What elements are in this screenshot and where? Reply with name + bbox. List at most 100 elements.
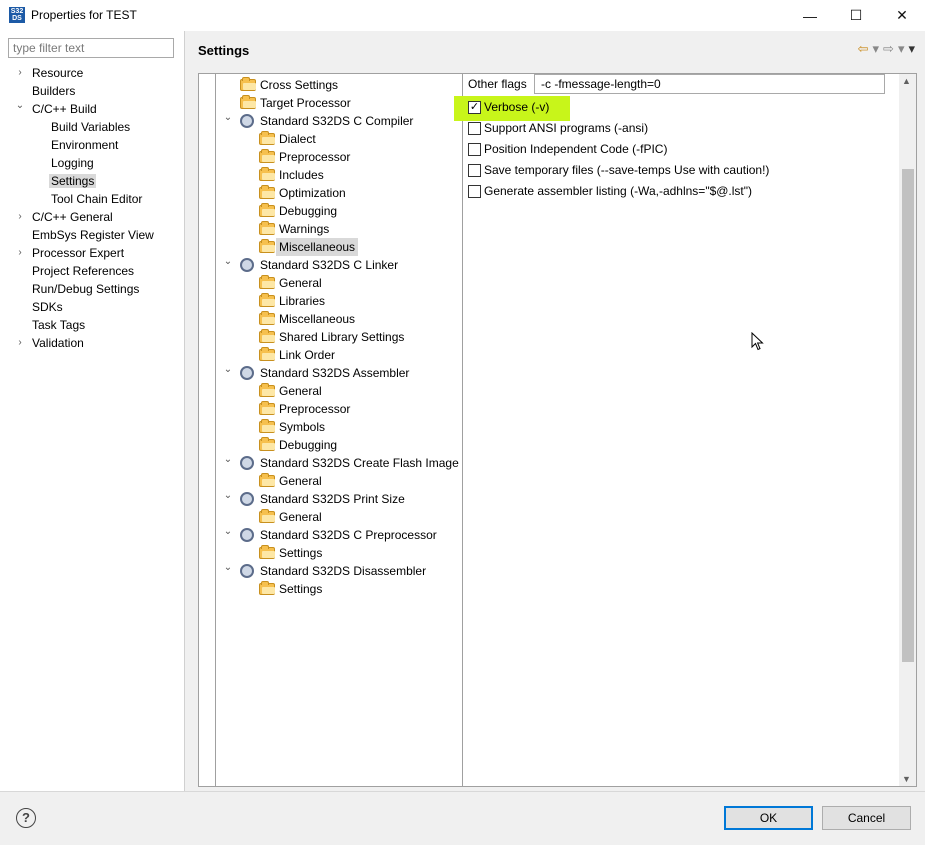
view-menu-icon[interactable]: ▾: [908, 41, 915, 57]
tree-item-label: Project References: [32, 264, 135, 278]
ansi-checkbox[interactable]: [468, 122, 481, 135]
tool-tree-label: Preprocessor: [279, 150, 351, 164]
tool-tree-item[interactable]: Dialect: [216, 130, 462, 148]
tool-tree-item[interactable]: Debugging: [216, 436, 462, 454]
maximize-button[interactable]: ☐: [833, 0, 879, 31]
close-button[interactable]: ✕: [879, 0, 925, 31]
folder-gear-icon: [259, 581, 275, 595]
tool-tree-label: Libraries: [279, 294, 326, 308]
tree-item-settings[interactable]: Settings: [49, 172, 97, 190]
folder-gear-icon: [259, 293, 275, 307]
tool-tree-item[interactable]: Settings: [216, 544, 462, 562]
tool-tree-label: Standard S32DS Create Flash Image: [260, 456, 459, 470]
tree-item-build-variables[interactable]: Build Variables: [51, 118, 130, 136]
tree-item-logging[interactable]: Logging: [51, 154, 94, 172]
forward-dropdown-icon[interactable]: ▾: [898, 41, 905, 57]
tool-tree-item[interactable]: Miscellaneous: [216, 238, 462, 256]
tool-tree-label: Debugging: [279, 204, 338, 218]
filter-input[interactable]: type filter text: [8, 38, 174, 58]
tree-item-run-debug-settings[interactable]: Run/Debug Settings: [32, 280, 139, 298]
chevron-right-icon[interactable]: ›: [14, 208, 26, 226]
tree-item-task-tags[interactable]: Task Tags: [32, 316, 85, 334]
scroll-up-icon[interactable]: ▲: [902, 76, 911, 86]
minimize-button[interactable]: —: [787, 0, 833, 31]
chevron-right-icon[interactable]: ›: [14, 334, 26, 352]
chevron-down-icon[interactable]: ⌄: [222, 523, 234, 541]
chevron-right-icon[interactable]: ›: [14, 64, 26, 82]
tool-tree-item[interactable]: ⌄ Standard S32DS Disassembler: [216, 562, 462, 580]
save-temps-checkbox[interactable]: [468, 164, 481, 177]
vertical-scrollbar[interactable]: ▲ ▼: [899, 74, 916, 786]
fpic-checkbox[interactable]: [468, 143, 481, 156]
tree-item-embsys-register-view[interactable]: EmbSys Register View: [32, 226, 154, 244]
tool-tree-item[interactable]: General: [216, 274, 462, 292]
tool-tree-item[interactable]: Preprocessor: [216, 148, 462, 166]
chevron-right-icon[interactable]: ›: [14, 244, 26, 262]
tool-tree-item[interactable]: Includes: [216, 166, 462, 184]
tool-tree-item[interactable]: ⌄ Standard S32DS Assembler: [216, 364, 462, 382]
tool-tree-item[interactable]: ⌄ Standard S32DS Create Flash Image: [216, 454, 462, 472]
tool-tree-item[interactable]: ⌄ Standard S32DS Print Size: [216, 490, 462, 508]
cancel-button[interactable]: Cancel: [822, 806, 911, 830]
tool-tree-label: Standard S32DS Assembler: [260, 366, 410, 380]
chevron-down-icon[interactable]: ⌄: [222, 559, 234, 577]
folder-gear-icon: [259, 167, 275, 181]
chevron-down-icon[interactable]: ⌄: [222, 487, 234, 505]
window-title: Properties for TEST: [31, 8, 137, 22]
other-flags-field[interactable]: -c -fmessage-length=0: [534, 74, 885, 94]
chevron-down-icon[interactable]: ⌄: [222, 109, 234, 127]
ok-button[interactable]: OK: [724, 806, 813, 830]
tool-tree-item[interactable]: Link Order: [216, 346, 462, 364]
chevron-down-icon[interactable]: ⌄: [14, 97, 26, 115]
scrollbar-thumb[interactable]: [902, 169, 914, 662]
folder-gear-icon: [259, 401, 275, 415]
asm-listing-checkbox[interactable]: [468, 185, 481, 198]
tool-tree-item[interactable]: Preprocessor: [216, 400, 462, 418]
tree-item-label: Environment: [51, 138, 119, 152]
help-icon[interactable]: ?: [16, 808, 36, 828]
tool-tree-item[interactable]: Symbols: [216, 418, 462, 436]
tool-tree-label: Miscellaneous: [279, 312, 356, 326]
tree-item-sdks[interactable]: SDKs: [32, 298, 63, 316]
tool-tree-item[interactable]: ⌄ Standard S32DS C Linker: [216, 256, 462, 274]
verbose-checkbox[interactable]: ✓: [468, 101, 481, 114]
chevron-down-icon[interactable]: ⌄: [222, 361, 234, 379]
tool-icon: [240, 456, 254, 470]
folder-gear-icon: [240, 77, 256, 91]
tree-item-label: Run/Debug Settings: [32, 282, 140, 296]
tree-item-label: Logging: [51, 156, 94, 170]
folder-gear-icon: [240, 95, 256, 109]
tool-tree-item[interactable]: General: [216, 508, 462, 526]
tool-tree-item[interactable]: Target Processor: [216, 94, 462, 112]
chevron-down-icon[interactable]: ⌄: [222, 253, 234, 271]
tool-tree-item[interactable]: Warnings: [216, 220, 462, 238]
tree-item-label: Settings: [49, 174, 97, 188]
scroll-down-icon[interactable]: ▼: [902, 774, 911, 784]
back-dropdown-icon[interactable]: ▾: [873, 41, 880, 57]
tool-tree-item[interactable]: Shared Library Settings: [216, 328, 462, 346]
back-arrow-icon[interactable]: ⇦: [858, 41, 869, 57]
tree-item-project-references[interactable]: Project References: [32, 262, 134, 280]
tool-tree-item[interactable]: ⌄ Standard S32DS C Compiler: [216, 112, 462, 130]
tool-tree-item[interactable]: Optimization: [216, 184, 462, 202]
options-panel: Other flags -c -fmessage-length=0 ✓ Verb…: [454, 74, 904, 786]
tree-item-label: SDKs: [32, 300, 63, 314]
tool-tree-label: General: [279, 474, 322, 488]
tool-tree-item[interactable]: Libraries: [216, 292, 462, 310]
tool-tree-item[interactable]: Miscellaneous: [216, 310, 462, 328]
tree-item-environment[interactable]: Environment: [51, 136, 118, 154]
folder-gear-icon: [259, 509, 275, 523]
tool-tree-item[interactable]: Settings: [216, 580, 462, 598]
forward-arrow-icon[interactable]: ⇨: [883, 41, 894, 57]
tree-item-builders[interactable]: Builders: [32, 82, 75, 100]
chevron-down-icon[interactable]: ⌄: [222, 451, 234, 469]
tool-tree-item[interactable]: Cross Settings: [216, 76, 462, 94]
tree-item-tool-chain-editor[interactable]: Tool Chain Editor: [51, 190, 142, 208]
tool-icon: [240, 564, 254, 578]
checkbox-label: Verbose (-v): [484, 100, 550, 114]
tool-tree-item[interactable]: General: [216, 382, 462, 400]
tool-tree-label: Standard S32DS Print Size: [260, 492, 405, 506]
tool-tree-item[interactable]: ⌄ Standard S32DS C Preprocessor: [216, 526, 462, 544]
tool-tree-item[interactable]: General: [216, 472, 462, 490]
tool-tree-item[interactable]: Debugging: [216, 202, 462, 220]
